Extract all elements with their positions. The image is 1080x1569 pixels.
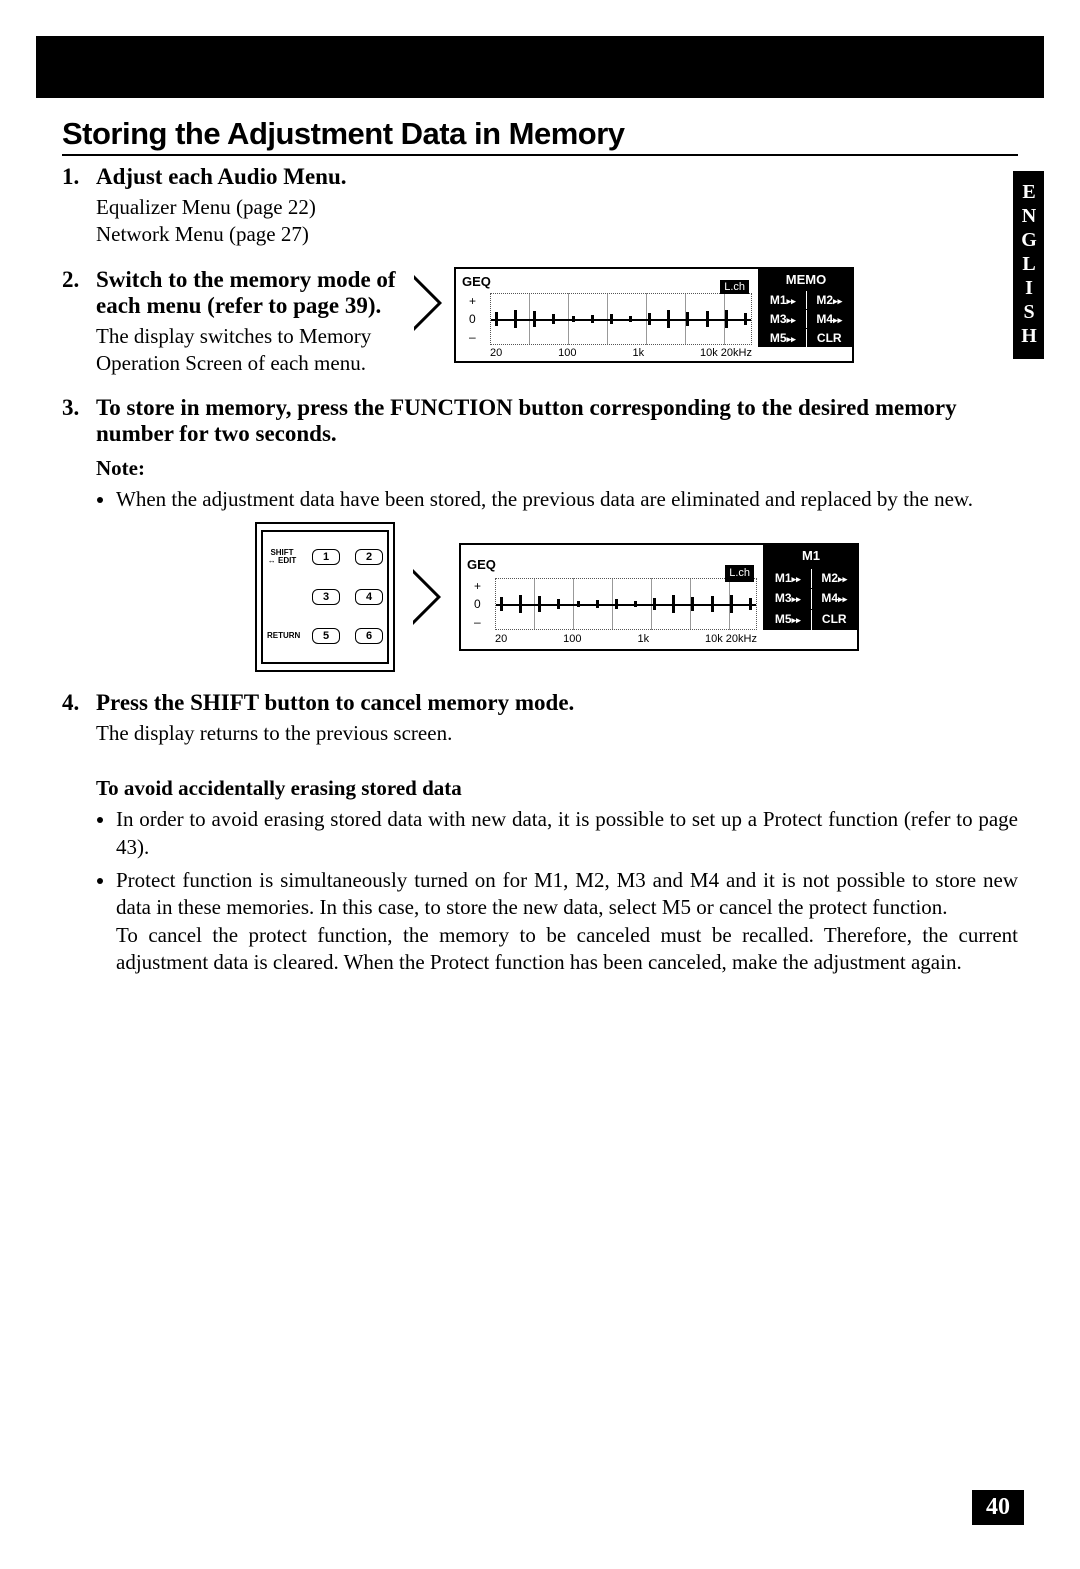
geq-label: GEQ: [467, 557, 496, 574]
step-num: 3.: [62, 395, 96, 447]
geq-zero: 0: [469, 310, 476, 328]
remote-return-label: RETURN: [267, 632, 297, 640]
language-tab: ENGLISH: [1013, 171, 1044, 359]
step-num: 2.: [62, 267, 96, 319]
page-number: 40: [972, 1490, 1024, 1525]
geq-m2: M2▸▸: [812, 569, 858, 589]
geq-minus: –: [474, 613, 481, 631]
geq-zero: 0: [474, 595, 481, 613]
geq-m3: M3▸▸: [760, 310, 807, 328]
geq-plus: +: [469, 292, 476, 310]
geq-m5: M5▸▸: [765, 610, 812, 630]
remote-btn-6: 6: [355, 628, 383, 644]
geq-freq: 1k: [637, 632, 649, 646]
geq-freq: 100: [563, 632, 581, 646]
avoid-bullet: In order to avoid erasing stored data wi…: [116, 806, 1018, 861]
geq-freq: 20: [490, 347, 502, 359]
geq-m4: M4▸▸: [807, 310, 853, 328]
remote-btn-1: 1: [312, 549, 340, 565]
geq-freq: 10k 20kHz: [705, 632, 757, 646]
geq-freq: 100: [558, 347, 576, 359]
step-body-line: Equalizer Menu (page 22): [96, 194, 1018, 221]
avoid-heading: To avoid accidentally erasing stored dat…: [96, 775, 1018, 802]
geq-lch-badge: L.ch: [725, 565, 754, 581]
step-4: 4. Press the SHIFT button to cancel memo…: [62, 690, 1018, 976]
step-body-line: The display returns to the previous scre…: [96, 720, 1018, 747]
step-1: 1. Adjust each Audio Menu. Equalizer Men…: [62, 164, 1018, 249]
geq-m2: M2▸▸: [807, 291, 853, 309]
remote-btn-3: 3: [312, 589, 340, 605]
geq-freq: 10k 20kHz: [700, 347, 752, 359]
geq-side-memo: MEMO: [760, 269, 852, 290]
step-2: 2. Switch to the memory mode of each men…: [62, 267, 1018, 378]
step-heading: Adjust each Audio Menu.: [96, 164, 346, 190]
geq-lch-badge: L.ch: [720, 280, 749, 294]
step-heading: To store in memory, press the FUNCTION b…: [96, 395, 1018, 447]
remote-btn-2: 2: [355, 549, 383, 565]
step-num: 4.: [62, 690, 96, 716]
note-label: Note:: [96, 455, 1018, 482]
geq-m1: M1▸▸: [760, 291, 807, 309]
step-num: 1.: [62, 164, 96, 190]
geq-freq: 20: [495, 632, 507, 646]
header-black-bar: [36, 36, 1044, 98]
geq-minus: –: [469, 328, 476, 346]
step-3: 3. To store in memory, press the FUNCTIO…: [62, 395, 1018, 672]
avoid-bullet: Protect function is simultaneously turne…: [116, 867, 1018, 976]
step-heading: Switch to the memory mode of each menu (…: [96, 267, 402, 319]
geq-m3: M3▸▸: [765, 589, 812, 609]
arrow-right-icon: [413, 569, 441, 625]
step-body-line: The display switches to Memory Operation…: [96, 323, 402, 378]
geq-plot: + 0 – L.ch: [490, 293, 752, 345]
geq-clr: CLR: [807, 329, 853, 347]
remote-btn-4: 4: [355, 589, 383, 605]
geq-side-m1: M1: [765, 545, 857, 568]
arrow-right-icon: [414, 275, 442, 331]
remote-diagram: SHIFT ↔ EDIT 1 2 3 4: [255, 522, 395, 672]
geq-plus: +: [474, 577, 481, 595]
geq-m4: M4▸▸: [812, 589, 858, 609]
note-bullet: When the adjustment data have been store…: [116, 486, 1018, 513]
avoid-bullet-text: Protect function is simultaneously turne…: [116, 868, 1018, 919]
geq-label: GEQ: [462, 274, 491, 289]
geq-m5: M5▸▸: [760, 329, 807, 347]
geq-m1: M1▸▸: [765, 569, 812, 589]
geq-display-m1: GEQ + 0 – L.ch: [459, 543, 859, 651]
geq-freq: 1k: [632, 347, 644, 359]
geq-clr: CLR: [812, 610, 858, 630]
remote-btn-5: 5: [312, 628, 340, 644]
step-heading: Press the SHIFT button to cancel memory …: [96, 690, 574, 716]
geq-plot: + 0 – L.ch: [495, 578, 757, 630]
geq-display-memo: GEQ + 0 – L.ch: [454, 267, 854, 363]
avoid-bullet-text: To cancel the protect function, the memo…: [116, 923, 1018, 974]
remote-edit-label: ↔ EDIT: [267, 557, 297, 565]
step-body-line: Network Menu (page 27): [96, 221, 1018, 248]
section-title: Storing the Adjustment Data in Memory: [62, 116, 1018, 156]
